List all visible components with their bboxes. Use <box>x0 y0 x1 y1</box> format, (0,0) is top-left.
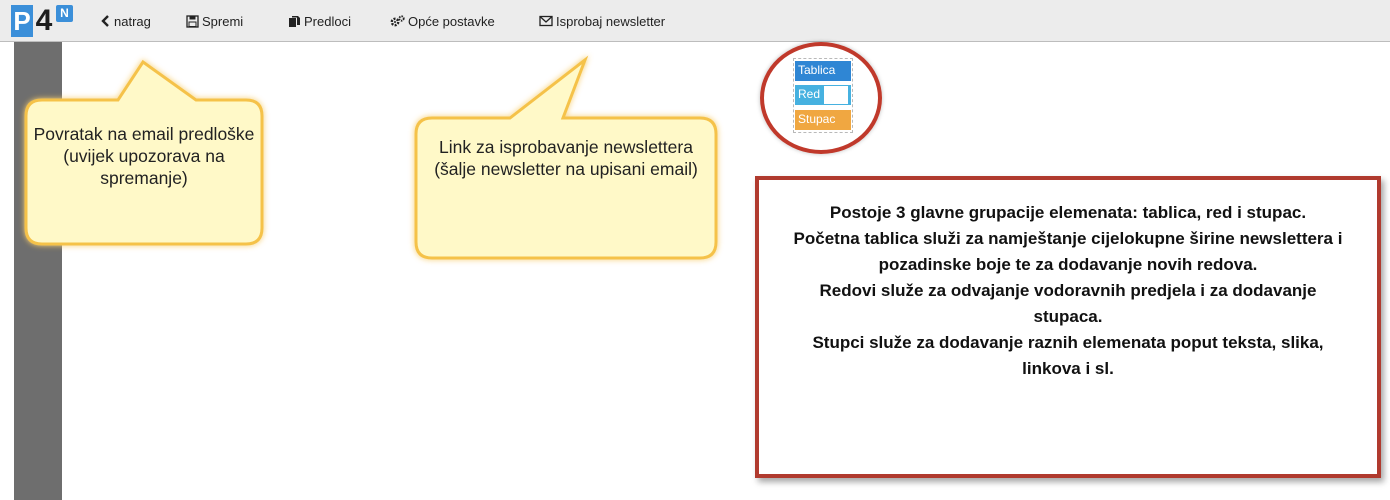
test-newsletter-label: Isprobaj newsletter <box>556 13 666 29</box>
back-button-label: natrag <box>114 13 151 29</box>
left-edge <box>0 42 15 500</box>
logo-digit-4: 4 <box>35 4 53 37</box>
back-button[interactable]: natrag <box>101 11 151 31</box>
chevron-left-icon <box>101 15 111 27</box>
editor-sidebar <box>14 42 62 500</box>
info-line-2: Početna tablica služi za namještanje cij… <box>793 229 1343 274</box>
test-callout-text: Link za isprobavanje newslettera (šalje … <box>434 137 698 179</box>
templates-icon <box>288 15 301 28</box>
save-button-label: Spremi <box>202 13 244 29</box>
highlight-circle <box>760 42 882 154</box>
info-line-1: Postoje 3 glavne grupacije elemenata: ta… <box>829 203 1307 222</box>
back-callout-text: Povratak na email predloške (uvijek upoz… <box>33 124 255 188</box>
info-text: Postoje 3 glavne grupacije elemenata: ta… <box>759 200 1377 382</box>
envelope-icon <box>539 15 553 27</box>
test-newsletter-button[interactable]: Isprobaj newsletter <box>539 11 665 31</box>
general-settings-label: Opće postavke <box>408 13 495 29</box>
save-icon <box>186 14 199 28</box>
templates-button[interactable]: Predloci <box>288 11 351 31</box>
general-settings-button[interactable]: Opće postavke <box>390 11 495 31</box>
logo-letter-n: N <box>56 5 73 22</box>
logo-letter-p: P <box>11 5 33 37</box>
save-button[interactable]: Spremi <box>186 11 243 31</box>
info-line-4: Stupci služe za dodavanje raznih elemena… <box>812 333 1324 378</box>
top-toolbar: P 4 N natrag Spremi Predloci Opće postav… <box>0 0 1390 42</box>
templates-button-label: Predloci <box>304 13 351 29</box>
gears-icon <box>390 14 405 28</box>
info-line-3: Redovi služe za odvajanje vodoravnih pre… <box>819 281 1317 326</box>
p4n-logo[interactable]: P 4 N <box>11 5 73 37</box>
info-box: Postoje 3 glavne grupacije elemenata: ta… <box>755 176 1381 478</box>
